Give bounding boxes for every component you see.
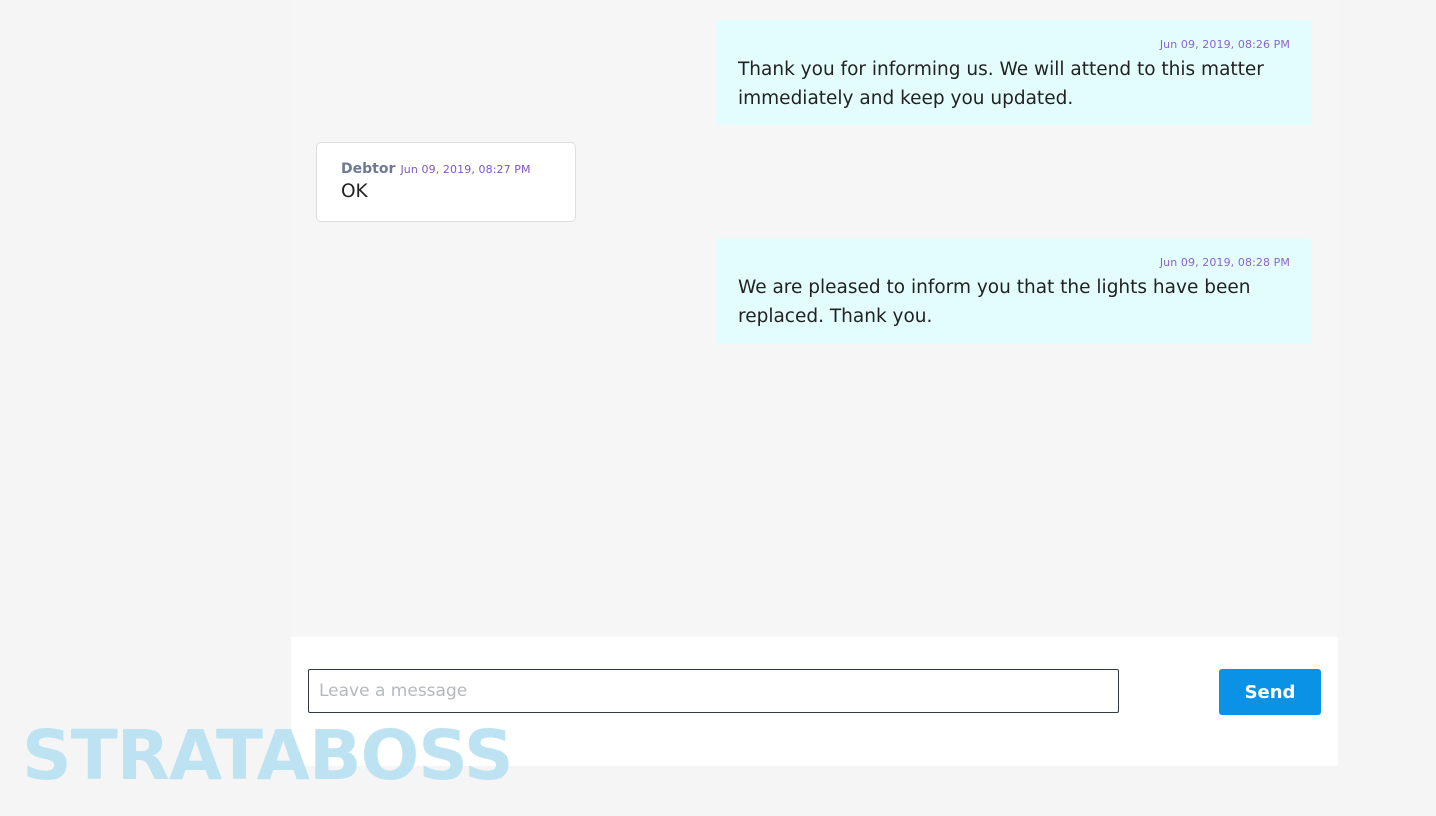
message-outgoing: Jun 09, 2019, 08:28 PM We are pleased to… — [715, 238, 1312, 344]
message-input[interactable] — [308, 669, 1119, 713]
message-text: Thank you for informing us. We will atte… — [738, 59, 1264, 109]
message-timestamp: Jun 09, 2019, 08:26 PM — [1159, 38, 1290, 51]
message-timestamp: Jun 09, 2019, 08:28 PM — [1159, 256, 1290, 269]
message-list[interactable]: Jun 09, 2019, 08:26 PM Thank you for inf… — [291, 0, 1338, 637]
message-outgoing: Jun 09, 2019, 08:26 PM Thank you for inf… — [715, 20, 1312, 125]
send-button[interactable]: Send — [1219, 669, 1321, 715]
page: Jun 09, 2019, 08:26 PM Thank you for inf… — [0, 0, 1436, 816]
chat-panel: Jun 09, 2019, 08:26 PM Thank you for inf… — [291, 0, 1338, 766]
message-timestamp: Jun 09, 2019, 08:27 PM — [400, 163, 531, 176]
message-sender: Debtor — [341, 161, 396, 177]
strataboss-watermark-logo: STRATABOSS — [22, 716, 514, 796]
message-incoming: Debtor Jun 09, 2019, 08:27 PM OK — [316, 142, 576, 222]
message-text: OK — [341, 181, 368, 202]
message-text: We are pleased to inform you that the li… — [738, 277, 1251, 327]
